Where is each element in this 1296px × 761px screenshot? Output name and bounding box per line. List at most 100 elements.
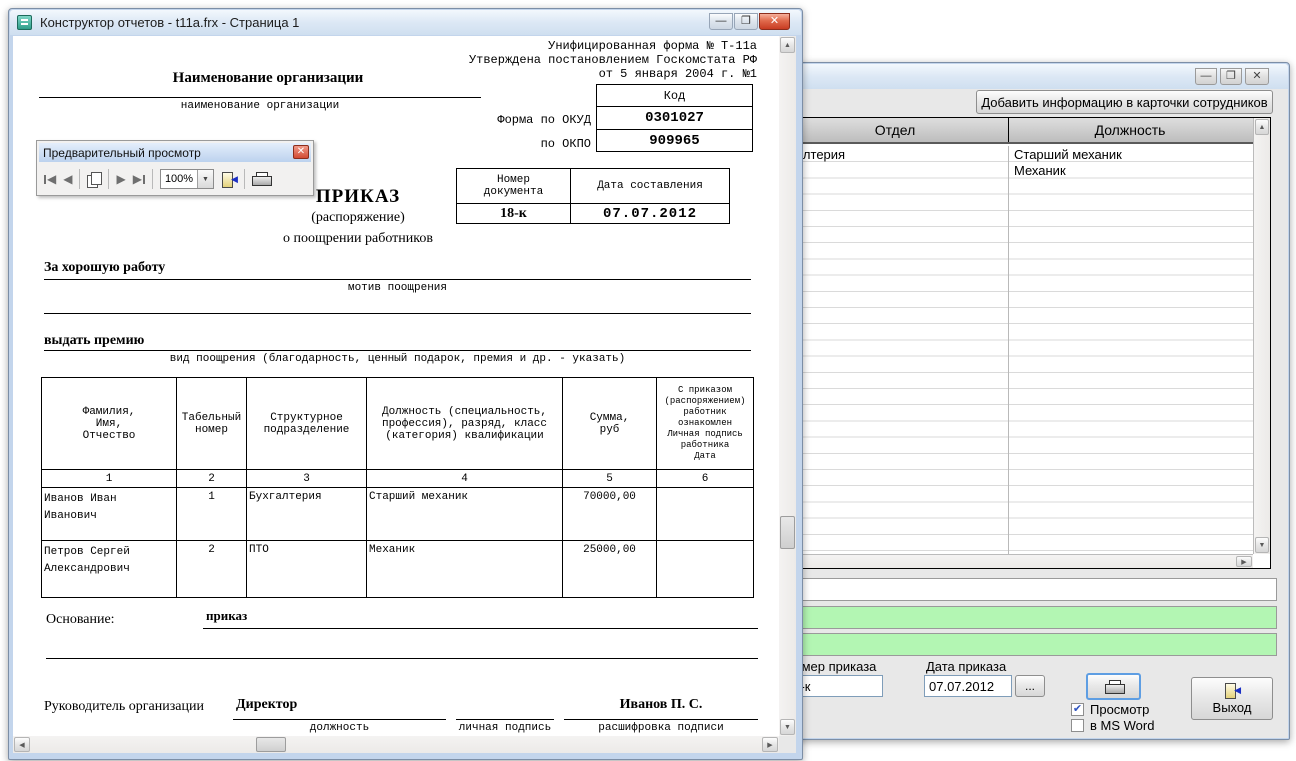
column-header-dept[interactable]: Отдел [770, 122, 1020, 138]
prev-page-button[interactable]: ◀ [63, 172, 72, 186]
toolbar-print-button[interactable] [252, 172, 270, 186]
motive-line [44, 279, 751, 280]
org-name-line [39, 97, 481, 98]
orders-minimize-button[interactable]: — [1195, 68, 1217, 85]
order-subtitle: (распоряжение) [258, 210, 458, 226]
form-approval-block: Унифицированная форма № Т-11а Утверждена… [469, 39, 757, 81]
toolbar-separator [79, 169, 80, 189]
motive-value: За хорошую работу [44, 260, 165, 276]
printer-icon [1105, 680, 1123, 694]
report-window-titlebar[interactable]: Конструктор отчетов - t11a.frx - Страниц… [10, 10, 801, 35]
print-button[interactable] [1086, 673, 1141, 700]
first-page-button[interactable]: ◀ [44, 172, 56, 186]
report-hscroll-thumb[interactable] [256, 737, 286, 752]
doc-date-header: Дата составления [571, 169, 730, 204]
num-col-1: 1 [42, 470, 177, 488]
exit-button[interactable]: Выход [1191, 677, 1273, 720]
preview-checkbox-label[interactable]: Просмотр [1090, 702, 1149, 717]
zoom-value: 100% [161, 173, 197, 185]
position-hint: должность [233, 722, 446, 734]
num-col-3: 3 [247, 470, 367, 488]
row0-sum: 70000,00 [563, 488, 657, 541]
motive-hint: мотив поощрения [44, 282, 751, 294]
row1-num: 2 [177, 541, 247, 598]
zoom-dropdown-button[interactable]: ▼ [197, 170, 213, 188]
msword-checkbox-label[interactable]: в MS Word [1090, 718, 1154, 733]
add-to-cards-button[interactable]: Добавить информацию в карточки сотрудник… [976, 90, 1273, 114]
reward-line [44, 350, 751, 351]
preview-toolbar-close-button[interactable]: ✕ [293, 145, 309, 159]
okud-value-cell: 0301027 [597, 107, 753, 130]
grid-cell-pos-1[interactable]: Механик [1014, 163, 1066, 178]
next-page-button[interactable]: ▶ [116, 172, 125, 186]
grid-cell-pos-0[interactable]: Старший механик [1014, 147, 1122, 162]
report-minimize-button[interactable]: — [709, 13, 733, 30]
row1-pos: Механик [367, 541, 563, 598]
last-page-button[interactable]: ▶ [133, 172, 145, 186]
zoom-combobox[interactable]: 100% ▼ [160, 169, 214, 189]
okpo-value-cell: 909965 [597, 130, 753, 152]
doc-num-header: Номер документа [457, 169, 571, 204]
row0-pos: Старший механик [367, 488, 563, 541]
leader-name: Иванов П. С. [564, 697, 758, 713]
report-preview-window: Конструктор отчетов - t11a.frx - Страниц… [8, 8, 803, 760]
leader-position: Директор [236, 697, 297, 713]
report-maximize-button[interactable]: ❐ [734, 13, 758, 30]
report-scroll-up-button[interactable]: ▲ [780, 37, 795, 53]
position-line [233, 719, 446, 720]
orders-close-button[interactable]: ✕ [1245, 68, 1269, 85]
close-preview-button[interactable] [221, 171, 237, 187]
th-tabnum: Табельный номер [177, 378, 247, 470]
toolbar-separator [244, 169, 245, 189]
basis-value: приказ [206, 608, 247, 624]
report-page: Унифицированная форма № Т-11а Утверждена… [13, 36, 779, 736]
basis-line [203, 628, 758, 629]
exit-button-label: Выход [1213, 700, 1252, 715]
form-line-1: Унифицированная форма № Т-11а [469, 39, 757, 53]
pages-icon-button[interactable] [87, 172, 101, 186]
report-scroll-right-button[interactable]: ▶ [762, 737, 778, 752]
report-close-button[interactable]: ✕ [759, 13, 790, 30]
reward-value: выдать премию [44, 333, 144, 349]
report-vscrollbar[interactable]: ▲ ▼ [779, 36, 796, 736]
decode-line [564, 719, 758, 720]
report-scroll-left-button[interactable]: ◀ [14, 737, 30, 752]
date-browse-button[interactable]: ... [1015, 675, 1045, 697]
okud-label: Форма по ОКУД [433, 113, 591, 127]
toolbar-separator [108, 169, 109, 189]
grid-vscrollbar[interactable]: ▲ ▼ [1253, 118, 1270, 554]
report-app-icon [17, 15, 32, 30]
motive-line-2 [44, 313, 751, 314]
column-header-pos[interactable]: Должность [1010, 122, 1250, 138]
exit-door-icon [1224, 682, 1240, 698]
row1-dept: ПТО [247, 541, 367, 598]
form-line-2: Утверждена постановлением Госкомстата РФ [469, 53, 757, 67]
reward-hint: вид поощрения (благодарность, ценный под… [44, 353, 751, 365]
order-date-input[interactable]: 07.07.2012 [924, 675, 1012, 697]
grid-scroll-right-button[interactable]: ▶ [1236, 556, 1252, 567]
desktop: — ❐ ✕ Добавить информацию в карточки сот… [0, 0, 1296, 761]
preview-toolbar: Предварительный просмотр ✕ ◀ ◀ ▶ ▶ 100% … [36, 140, 314, 196]
leader-label: Руководитель организации [44, 699, 204, 715]
num-col-2: 2 [177, 470, 247, 488]
th-dept: Структурное подразделение [247, 378, 367, 470]
report-vscroll-thumb[interactable] [780, 516, 795, 549]
report-hscrollbar[interactable]: ◀ ▶ [13, 736, 779, 753]
orders-maximize-button[interactable]: ❐ [1220, 68, 1242, 85]
grid-scroll-down-button[interactable]: ▼ [1255, 537, 1269, 553]
row1-sum: 25000,00 [563, 541, 657, 598]
grid-column-divider [1008, 146, 1009, 554]
okpo-label: по ОКПО [433, 137, 591, 151]
preview-toolbar-titlebar[interactable]: Предварительный просмотр ✕ [39, 143, 311, 162]
row0-name: Иванов Иван Иванович [42, 488, 177, 541]
report-scroll-down-button[interactable]: ▼ [780, 719, 795, 735]
basis-line-2 [46, 658, 758, 659]
preview-checkbox[interactable]: ✔ [1071, 703, 1084, 716]
org-name-title: Наименование организации [73, 70, 463, 87]
org-name-hint: наименование организации [39, 100, 481, 112]
signature-hint: личная подпись [434, 722, 576, 734]
msword-checkbox[interactable] [1071, 719, 1084, 732]
row0-sign [657, 488, 754, 541]
grid-scroll-up-button[interactable]: ▲ [1255, 119, 1269, 135]
doc-number-table: Номер документа Дата составления 18-к 07… [456, 168, 730, 224]
